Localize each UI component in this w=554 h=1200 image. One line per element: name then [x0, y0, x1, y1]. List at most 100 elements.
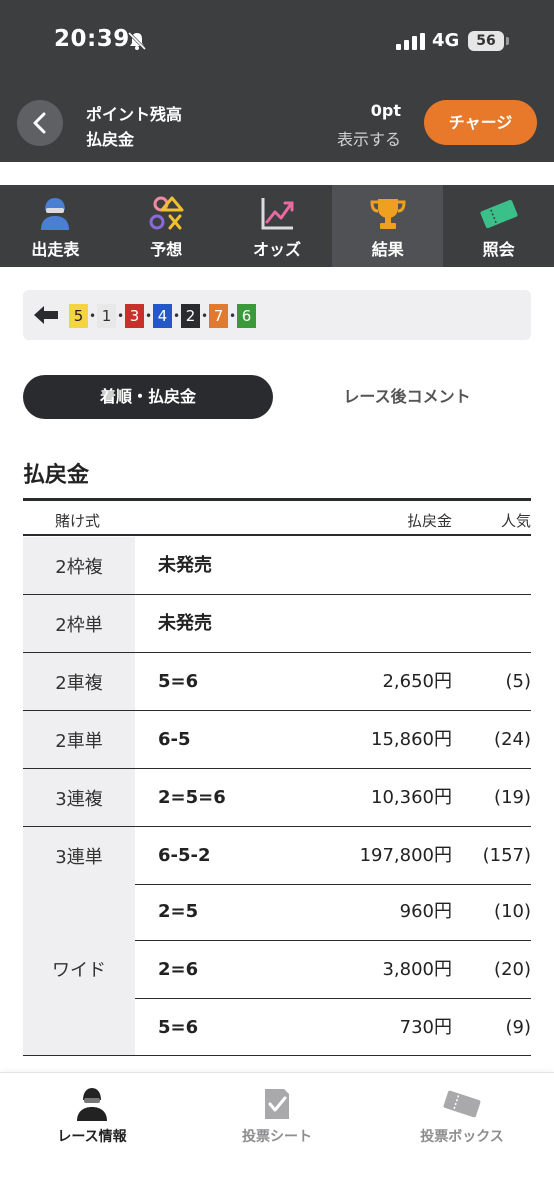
post-number-chip: 7	[209, 304, 228, 328]
odds-chart-icon	[261, 198, 294, 230]
order-separator: •	[116, 309, 125, 323]
combination: 5=6	[158, 1017, 199, 1038]
post-number-chip: 6	[237, 304, 256, 328]
combination: 6-5-2	[158, 845, 211, 866]
bet-type: 2車複	[23, 653, 135, 710]
combination: 2=5=6	[158, 787, 226, 808]
nav-label: レース情報	[57, 1129, 127, 1145]
post-number-chip: 4	[153, 304, 172, 328]
signal-icon	[396, 33, 425, 50]
refund-label: 払戻金	[86, 130, 135, 149]
header-payout: 払戻金	[406, 512, 452, 530]
table-row: 2枠単 未発売	[23, 595, 531, 653]
tab-entries[interactable]: 出走表	[0, 185, 111, 267]
post-number-chip: 3	[125, 304, 144, 328]
racer-icon	[41, 198, 70, 230]
nav-vote-sheet[interactable]: 投票シート	[185, 1073, 369, 1173]
tab-label: 照会	[482, 240, 515, 259]
combination: 未発売	[158, 613, 212, 634]
payout-amount: 730円	[399, 1017, 452, 1038]
combination: 6-5	[158, 729, 191, 750]
combination: 2=5	[158, 901, 199, 922]
tab-order-payout[interactable]: 着順・払戻金	[23, 375, 273, 419]
tab-label: オッズ	[252, 240, 301, 259]
tab-post-race-comments[interactable]: レース後コメント	[283, 375, 531, 419]
vote-sheet-icon	[265, 1089, 289, 1119]
tab-odds[interactable]: オッズ	[222, 185, 333, 267]
show-points-link[interactable]: 表示する	[337, 126, 401, 150]
payout-amount: 197,800円	[359, 845, 452, 866]
nav-label: 投票シート	[242, 1129, 312, 1145]
table-header: 賭け式 払戻金 人気	[23, 501, 531, 536]
bet-type: 2枠複	[23, 537, 135, 594]
popularity: (20)	[494, 959, 531, 980]
ticket-box-icon	[443, 1090, 481, 1118]
nav-race-info[interactable]: レース情報	[0, 1073, 184, 1173]
table-row: 2車単 6-5 15,860円 (24)	[23, 711, 531, 769]
tab-prediction[interactable]: 予想	[111, 185, 222, 267]
bottom-navigation: レース情報 投票シート 投票ボックス	[0, 1072, 554, 1200]
battery-icon: 56	[468, 31, 504, 51]
tab-label: 予想	[150, 240, 183, 259]
payout-amount: 10,360円	[371, 787, 452, 808]
tab-inquiry[interactable]: 照会	[443, 185, 554, 267]
table-row: 2=6 3,800円 (20)	[135, 941, 531, 999]
table-row: 2=5 960円 (10)	[135, 883, 531, 941]
payout-amount: 2,650円	[382, 671, 452, 692]
bet-type: 2車単	[23, 711, 135, 768]
order-separator: •	[200, 309, 209, 323]
trophy-icon	[370, 199, 406, 229]
table-row: 5=6 730円 (9)	[135, 999, 531, 1057]
payout-amount: 15,860円	[371, 729, 452, 750]
post-number-chip: 1	[97, 304, 116, 328]
popularity: (9)	[505, 1017, 532, 1038]
prediction-icon	[149, 196, 184, 230]
wide-bet-group: ワイド 2=5 960円 (10) 2=6 3,800円 (20) 5=6 73…	[23, 883, 531, 1056]
table-row: 3連複 2=5=6 10,360円 (19)	[23, 769, 531, 827]
race-tab-bar: 出走表 予想 オッズ 結果 照会	[0, 185, 554, 267]
bet-type: 2枠単	[23, 595, 135, 652]
popularity: (10)	[494, 901, 531, 922]
combination: 未発売	[158, 555, 212, 576]
status-time: 20:39	[54, 26, 130, 52]
table-row: 2車複 5=6 2,650円 (5)	[23, 653, 531, 711]
points-value: 0pt	[370, 101, 401, 120]
popularity: (24)	[494, 729, 531, 750]
header-bet-type: 賭け式	[55, 512, 101, 530]
tab-results[interactable]: 結果	[332, 185, 444, 267]
racer-icon	[77, 1088, 107, 1121]
back-button[interactable]	[17, 100, 63, 146]
points-label: ポイント残高	[86, 105, 183, 124]
battery-tip	[506, 37, 509, 45]
tab-label: 結果	[371, 240, 404, 259]
bet-type: 3連複	[23, 769, 135, 826]
combination: 2=6	[158, 959, 199, 980]
finish-order-strip: 5 • 1 • 3 • 4 • 2 • 7 • 6	[23, 290, 531, 340]
table-row: 3連単 6-5-2 197,800円 (157)	[23, 827, 531, 885]
combination: 5=6	[158, 671, 199, 692]
popularity: (5)	[505, 671, 532, 692]
header-popularity: 人気	[500, 512, 531, 530]
popularity: (19)	[494, 787, 531, 808]
chevron-left-icon	[33, 112, 46, 134]
post-number-chip: 5	[69, 304, 88, 328]
nav-label: 投票ボックス	[420, 1129, 504, 1145]
ticket-icon	[480, 199, 518, 229]
order-separator: •	[228, 309, 237, 323]
order-separator: •	[88, 309, 97, 323]
finish-order-numbers: 5 • 1 • 3 • 4 • 2 • 7 • 6	[69, 304, 256, 328]
bell-muted-icon	[127, 31, 147, 51]
charge-button[interactable]: チャージ	[424, 100, 537, 145]
arrow-left-icon	[34, 306, 58, 324]
bet-type: ワイド	[23, 883, 135, 1055]
section-title: 払戻金	[23, 463, 90, 488]
tab-label: 出走表	[31, 240, 80, 259]
order-separator: •	[144, 309, 153, 323]
payout-amount: 960円	[399, 901, 452, 922]
nav-ticket-box[interactable]: 投票ボックス	[370, 1073, 554, 1173]
app-header: 20:39 4G 56 ポイント残高 払戻金 0pt 表示する チャージ	[0, 0, 554, 162]
network-type: 4G	[432, 30, 460, 51]
bet-type: 3連単	[23, 827, 135, 884]
table-row: 2枠複 未発売	[23, 537, 531, 595]
popularity: (157)	[482, 845, 531, 866]
